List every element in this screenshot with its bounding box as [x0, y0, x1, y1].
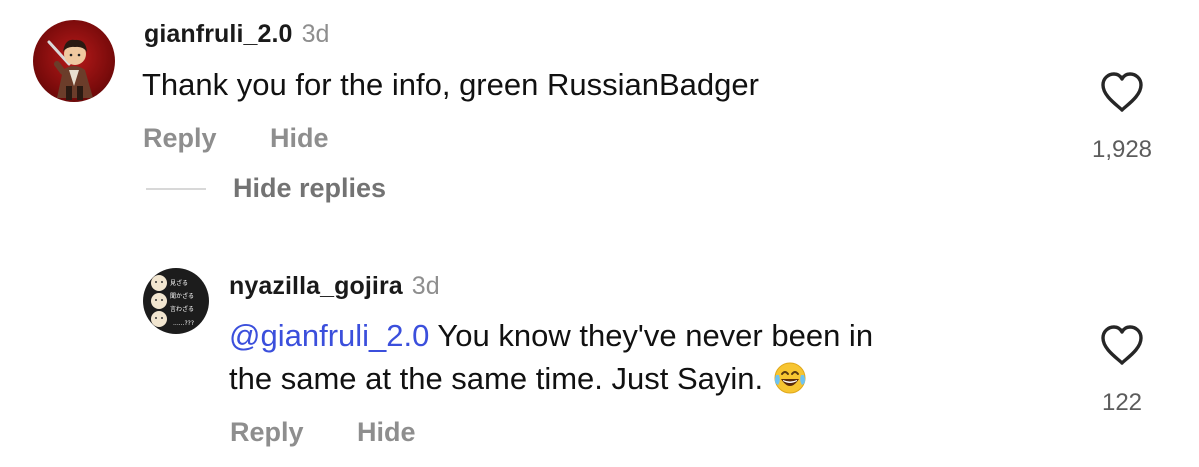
reply-reply-button[interactable]: Reply [230, 417, 304, 448]
reply-header: nyazilla_gojira 3d [229, 272, 440, 301]
thread-divider-line [146, 188, 206, 190]
reply-timestamp: 3d [411, 272, 440, 300]
svg-text:......???: ......??? [173, 320, 194, 327]
like-count: 1,928 [1091, 136, 1153, 163]
reply-like-count: 122 [1101, 389, 1143, 416]
svg-text:見ざる: 見ざる [170, 279, 188, 287]
cartoon-man-avatar-icon [47, 39, 93, 100]
comment-username[interactable]: gianfruli_2.0 [144, 20, 293, 48]
reply-hide-button[interactable]: Hide [357, 417, 416, 448]
hide-button[interactable]: Hide [270, 123, 329, 154]
comment-header: gianfruli_2.0 3d [144, 20, 329, 49]
reply-username[interactable]: nyazilla_gojira [229, 272, 403, 300]
svg-text:言わざる: 言わざる [170, 305, 194, 313]
reply-text-line-2: the same at the same time. Just Sayin. [229, 357, 807, 406]
reply-like-heart-icon[interactable] [1099, 323, 1145, 367]
hide-replies-button[interactable]: Hide replies [233, 173, 386, 204]
svg-text:聞かざる: 聞かざる [170, 292, 194, 300]
reply-text-line-1: @gianfruli_2.0 You know they've never be… [229, 314, 873, 357]
face-with-tears-of-joy-icon [773, 361, 807, 406]
reply-commenter-avatar[interactable]: 見ざる 聞かざる 言わざる ......??? [143, 268, 209, 334]
commenter-avatar[interactable] [33, 20, 115, 102]
three-monkeys-avatar-icon: 見ざる 聞かざる 言わざる ......??? [151, 275, 194, 327]
comment-text: Thank you for the info, green RussianBad… [142, 67, 759, 102]
reply-text-part: the same at the same time. Just Sayin. [229, 361, 764, 396]
mention-link[interactable]: @gianfruli_2.0 [229, 318, 429, 353]
reply-button[interactable]: Reply [143, 123, 217, 154]
reply-text-part: You know they've never been in [429, 318, 874, 353]
like-heart-icon[interactable] [1099, 70, 1145, 114]
comment-timestamp: 3d [301, 20, 330, 48]
